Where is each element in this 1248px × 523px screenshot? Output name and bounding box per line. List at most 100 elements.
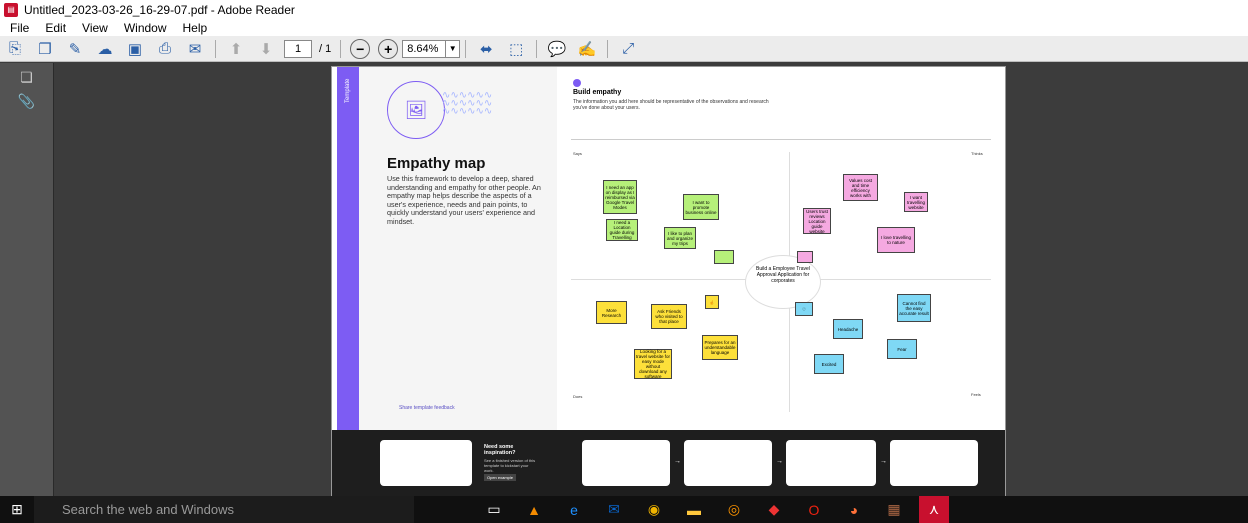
- outlook-icon[interactable]: ✉: [594, 496, 634, 523]
- arrow-right-icon: →: [880, 458, 887, 465]
- email-icon[interactable]: ✉: [183, 38, 207, 60]
- pdf-page: Template 🖼 ∿∿∿∿∿∿ ∿∿∿∿∿∿ ∿∿∿∿∿∿ Empathy ma…: [331, 66, 1006, 497]
- separator: [340, 39, 342, 58]
- example-thumbnail[interactable]: [380, 440, 472, 486]
- edit-icon[interactable]: ✎: [63, 38, 87, 60]
- does-label: Does: [573, 394, 583, 399]
- cloud-upload-icon[interactable]: ☁: [93, 38, 117, 60]
- adobe-reader-icon[interactable]: ⋏: [919, 496, 949, 523]
- separator: [536, 39, 538, 58]
- chrome-icon[interactable]: ◉: [634, 496, 674, 523]
- map-panel: Build empathy The information you add he…: [561, 67, 1002, 430]
- app-icon[interactable]: ▦: [874, 496, 914, 523]
- menu-window[interactable]: Window: [124, 21, 167, 35]
- separator: [607, 39, 609, 58]
- empathy-title: Empathy map: [387, 155, 486, 172]
- says-label: Says: [573, 151, 582, 156]
- vlc-icon[interactable]: ▲: [514, 496, 554, 523]
- zoom-select[interactable]: 8.64% ▼: [402, 39, 461, 58]
- attachment-icon[interactable]: 📎: [18, 93, 36, 111]
- file-explorer-icon[interactable]: ▬: [674, 496, 714, 523]
- menu-edit[interactable]: Edit: [45, 21, 66, 35]
- zoom-out-button[interactable]: −: [350, 38, 371, 59]
- hand-icon[interactable]: ☝: [705, 295, 719, 309]
- fit-page-icon[interactable]: ⬚: [504, 38, 528, 60]
- page-number-input[interactable]: 1: [284, 39, 312, 58]
- inspiration-sub: See a finished version of this template …: [484, 458, 536, 473]
- step-thumbnail: [786, 440, 876, 486]
- divider: [571, 139, 991, 140]
- open-icon[interactable]: ❐: [33, 38, 57, 60]
- inspiration-strip: Need some inspiration? See a finished ve…: [332, 430, 1005, 497]
- chat-note-icon[interactable]: [797, 251, 813, 263]
- prev-page-icon[interactable]: ⬆: [224, 38, 248, 60]
- sticky-note[interactable]: Cannot find the easy accurate result: [897, 294, 931, 322]
- template-bar: Template: [337, 67, 359, 430]
- expand-icon[interactable]: ⤢: [616, 38, 640, 60]
- next-page-icon[interactable]: ⬇: [254, 38, 278, 60]
- edge-icon[interactable]: e: [554, 496, 594, 523]
- heart-icon[interactable]: ♡: [795, 302, 813, 316]
- menu-help[interactable]: Help: [183, 21, 208, 35]
- separator: [215, 39, 216, 58]
- comment-icon[interactable]: 💬: [545, 38, 569, 60]
- open-example-button[interactable]: Open example: [484, 474, 517, 481]
- sticky-note[interactable]: Values cost and time efficiency works wi…: [843, 174, 878, 201]
- sticky-note[interactable]: Excited: [814, 354, 844, 374]
- sticky-note[interactable]: I like to plan and organize my trips: [664, 227, 696, 249]
- browser-icon[interactable]: ◎: [714, 496, 754, 523]
- sticky-note[interactable]: Fear: [887, 339, 917, 359]
- feedback-link[interactable]: Share template feedback: [399, 405, 455, 411]
- sticky-note[interactable]: Looking for a travel website for easy mo…: [634, 349, 672, 379]
- opera-icon[interactable]: O: [794, 496, 834, 523]
- sticky-note[interactable]: Prepares for an understandable language: [702, 335, 738, 360]
- document-area: Template 🖼 ∿∿∿∿∿∿ ∿∿∿∿∿∿ ∿∿∿∿∿∿ Empathy ma…: [54, 63, 1248, 497]
- sticky-note[interactable]: I want to promote business online: [683, 194, 719, 220]
- zoom-in-button[interactable]: +: [378, 38, 399, 59]
- anydesk-icon[interactable]: ◆: [754, 496, 794, 523]
- save-icon[interactable]: ▣: [123, 38, 147, 60]
- pages-icon[interactable]: ❏: [18, 69, 36, 87]
- build-description: The information you add here should be r…: [573, 99, 769, 111]
- separator: [465, 39, 467, 58]
- center-topic: Build a Employee Travel Approval Applica…: [745, 255, 821, 309]
- fit-width-icon[interactable]: ⬌: [474, 38, 498, 60]
- build-heading: Build empathy: [573, 89, 622, 96]
- toolbar: ⎘ ❐ ✎ ☁ ▣ ⎙ ✉ ⬆ ⬇ 1 / 1 − + 8.64% ▼ ⬌ ⬚ 💬…: [0, 36, 1248, 62]
- portrait-icon: 🖼: [387, 81, 445, 139]
- windows-start-icon[interactable]: ⊞: [0, 501, 34, 518]
- sticky-note[interactable]: Users trust reviews Location guide websi…: [803, 208, 831, 234]
- sticky-note[interactable]: I need a Location guide during Travellin…: [606, 219, 638, 241]
- template-tag: Template: [345, 78, 351, 103]
- window-title: Untitled_2023-03-26_16-29-07.pdf - Adobe…: [24, 3, 295, 17]
- arrow-right-icon: →: [776, 458, 783, 465]
- empathy-description: Use this framework to develop a deep, sh…: [387, 174, 541, 226]
- create-pdf-icon[interactable]: ⎘: [3, 38, 27, 60]
- zoom-value: 8.64%: [407, 42, 439, 55]
- highlight-icon[interactable]: ✍: [575, 38, 599, 60]
- sticky-note[interactable]: I need an app on display as I reimbursed…: [603, 180, 637, 214]
- menu-bar: File Edit View Window Help: [0, 20, 1248, 36]
- menu-file[interactable]: File: [10, 21, 29, 35]
- taskbar-search[interactable]: Search the web and Windows: [34, 496, 414, 523]
- thinks-label: Thinks: [971, 151, 983, 156]
- page-total: / 1: [319, 42, 332, 55]
- chevron-down-icon[interactable]: ▼: [445, 40, 459, 57]
- taskbar: ⊞ Search the web and Windows ▭ ▲ e ✉ ◉ ▬…: [0, 496, 1248, 523]
- step-thumbnail: [890, 440, 978, 486]
- menu-view[interactable]: View: [82, 21, 108, 35]
- task-view-icon[interactable]: ▭: [474, 496, 514, 523]
- print-icon[interactable]: ⎙: [153, 38, 177, 60]
- step-thumbnail: [582, 440, 670, 486]
- sticky-note[interactable]: I love travelling to nature: [877, 227, 915, 253]
- left-panel: [337, 67, 557, 430]
- title-bar: ▤ Untitled_2023-03-26_16-29-07.pdf - Ado…: [0, 0, 1248, 20]
- firefox-icon[interactable]: ◕: [834, 496, 874, 523]
- sticky-note[interactable]: I want travelling website: [904, 192, 928, 212]
- chat-note-icon[interactable]: [714, 250, 734, 264]
- sticky-note[interactable]: Headache: [833, 319, 863, 339]
- step-thumbnail: [684, 440, 772, 486]
- sticky-note[interactable]: More Research: [596, 301, 627, 324]
- sticky-note[interactable]: Ask Friends who visited to that place: [651, 304, 687, 329]
- feels-label: Feels: [971, 392, 981, 397]
